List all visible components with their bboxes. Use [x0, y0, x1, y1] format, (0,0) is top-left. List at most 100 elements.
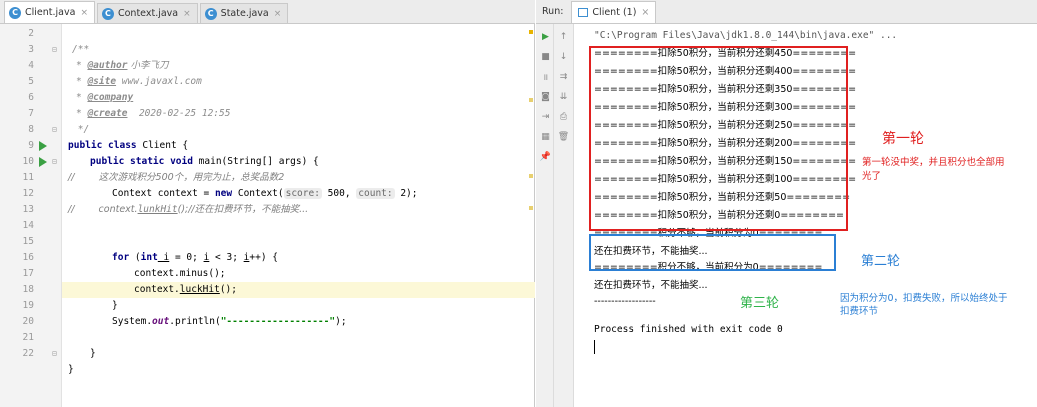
pause-icon[interactable]: ॥ [539, 70, 552, 83]
tab-label: Client.java [25, 7, 76, 18]
code-line: * @site www.javaxl.com [76, 76, 202, 87]
fold-icon[interactable]: ⊟ [52, 122, 57, 138]
java-class-icon: C [9, 6, 21, 19]
code-area[interactable]: /** * @author 小李飞刀 * @site www.javaxl.co… [62, 24, 535, 407]
run-tab-label: Client (1) [592, 7, 637, 18]
line-number: 16 [22, 252, 34, 263]
code-text: } [68, 364, 74, 375]
scroll-to-end-icon[interactable]: ⇊ [557, 90, 570, 103]
java-class-icon: C [101, 7, 114, 20]
code-text: (); [219, 284, 237, 295]
code-line: for (int i = 0; i < 3; i++) { [62, 250, 535, 266]
line-number: 15 [22, 236, 34, 247]
code-line: } [62, 346, 535, 362]
tab-label: Context.java [117, 8, 179, 19]
code-editor: C Client.java × C Context.java × C State… [0, 0, 535, 407]
trash-icon[interactable]: 🗑 [557, 130, 570, 143]
code-line-current: context.luckHit(); [62, 282, 535, 298]
run-tab-bar: Run: Client (1) × [536, 0, 1037, 24]
tab-client-java[interactable]: C Client.java × [4, 1, 95, 23]
warning-marker[interactable] [529, 206, 533, 210]
fold-icon[interactable]: ⊟ [52, 154, 57, 170]
code-text: < 3; [209, 252, 244, 263]
code-text: .println( [169, 316, 221, 327]
code-text: Client { [136, 140, 189, 151]
warning-marker[interactable] [529, 98, 533, 102]
code-text: ( [129, 252, 141, 263]
close-icon[interactable]: × [641, 7, 649, 18]
tab-state-java[interactable]: C State.java × [199, 3, 289, 23]
warning-marker[interactable] [529, 174, 533, 178]
code-line: * @create 2020-02-25 12:55 [76, 108, 231, 119]
code-text: ++) { [249, 252, 278, 263]
loop-variable: i [157, 252, 170, 263]
code-text: Context( [232, 188, 284, 199]
tab-client-run[interactable]: Client (1) × [571, 1, 657, 23]
run-toolbar-primary: ▶ ■ ॥ ◙ ⇥ ▦ 📌 [536, 24, 554, 407]
layout-icon[interactable]: ▦ [539, 130, 552, 143]
line-number: 5 [28, 76, 34, 87]
stop-icon[interactable]: ■ [539, 50, 552, 63]
scroll-down-icon[interactable]: ↓ [557, 50, 570, 63]
parameter-hint: count: [356, 188, 395, 199]
line-number: 20 [22, 316, 34, 327]
line-number: 6 [28, 92, 34, 103]
line-number: 3 [28, 44, 34, 55]
line-number: 22 [22, 348, 34, 359]
scroll-up-icon[interactable]: ↑ [557, 30, 570, 43]
doc-tag: @company [87, 92, 134, 103]
close-icon[interactable]: × [80, 8, 88, 18]
console-line: 还在扣费环节，不能抽奖... [594, 280, 708, 291]
code-text: main(String[] args) { [192, 156, 319, 167]
editor-tab-bar: C Client.java × C Context.java × C State… [0, 0, 535, 24]
run-main-icon[interactable] [39, 157, 47, 167]
code-line: /** [62, 42, 535, 58]
fold-icon[interactable]: ⊟ [52, 42, 57, 58]
pin-icon[interactable]: 📌 [539, 150, 552, 163]
console-line: ------------------ [594, 296, 656, 307]
code-line: System.out.println("------------------")… [62, 314, 535, 330]
code-line: // 这次游戏积分500个，用完为止，总奖品数2 [62, 170, 535, 186]
soft-wrap-icon[interactable]: ⇉ [557, 70, 570, 83]
tab-label: State.java [220, 8, 269, 19]
line-number: 8 [28, 124, 34, 135]
code-line: */ [62, 122, 535, 138]
code-text: = 0; [169, 252, 204, 263]
code-line: * @author 小李飞刀 [76, 60, 169, 71]
code-text: Context context = [112, 188, 215, 199]
doc-tag: @site [87, 76, 117, 87]
print-icon[interactable]: ⎙ [557, 110, 570, 123]
line-comment: ();//还在扣费环节，不能抽奖... [177, 204, 309, 215]
close-icon[interactable]: × [274, 9, 282, 19]
round-one-note: 第一轮没中奖，并且积分也全部用光了 [862, 157, 1005, 182]
line-number: 14 [22, 220, 34, 231]
warning-marker[interactable] [529, 30, 533, 34]
exit-icon[interactable]: ⇥ [539, 110, 552, 123]
line-number: 4 [28, 60, 34, 71]
code-line: } [62, 298, 535, 314]
tab-context-java[interactable]: C Context.java × [96, 3, 198, 23]
round-one-label: 第一轮 [882, 131, 924, 147]
close-icon[interactable]: × [183, 9, 191, 19]
fold-icon[interactable]: ⊟ [52, 346, 57, 362]
rerun-icon[interactable]: ▶ [539, 30, 552, 43]
code-line: // context.lunkHit();//还在扣费环节，不能抽奖... [62, 202, 535, 218]
line-number-gutter: 2 3 4 5 6 7 8 9 10 11 12 13 14 15 16 17 … [0, 24, 62, 407]
line-number: 11 [22, 172, 34, 183]
code-line: * @company [76, 92, 134, 103]
code-line: } [62, 362, 535, 378]
doc-tag: @create [87, 108, 128, 119]
run-toolbar-secondary: ↑ ↓ ⇉ ⇊ ⎙ 🗑 [554, 24, 574, 407]
run-class-icon[interactable] [39, 141, 47, 151]
line-number: 17 [22, 268, 34, 279]
code-text: } [90, 348, 96, 359]
static-field: out [152, 316, 170, 327]
keyword: public static void [90, 156, 193, 167]
line-number: 12 [22, 188, 34, 199]
line-comment: // 这次游戏积分500个，用完为止，总奖品数2 [68, 172, 285, 183]
keyword: int [140, 252, 158, 263]
keyword: new [214, 188, 233, 199]
camera-icon[interactable]: ◙ [539, 90, 552, 103]
line-number: 9 [28, 140, 34, 151]
code-line: public class Client { [62, 138, 535, 154]
